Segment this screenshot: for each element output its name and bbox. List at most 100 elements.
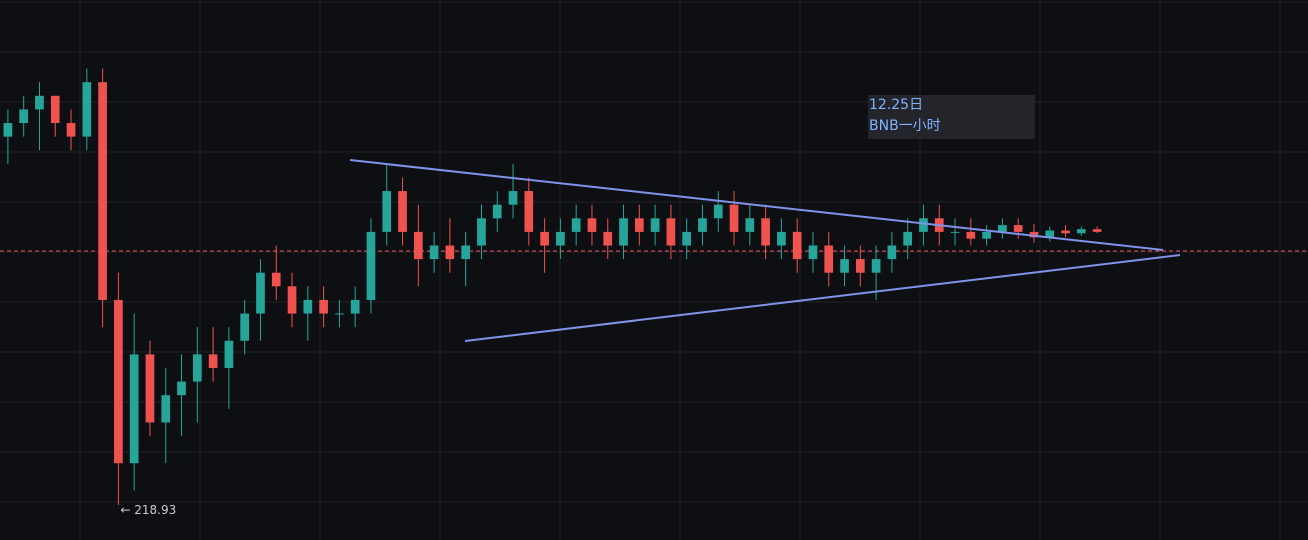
candle-body (824, 245, 834, 273)
candle-body (413, 231, 423, 260)
candle-body (887, 245, 897, 260)
candle (50, 95, 60, 137)
candle (729, 191, 739, 246)
candle (887, 231, 897, 273)
candle-body (745, 218, 755, 232)
annotation-symbol: BNB一小时 (869, 118, 941, 134)
candle-body (666, 218, 676, 246)
candle-body (287, 286, 297, 314)
candle-body (350, 299, 360, 314)
candle (1045, 226, 1055, 242)
candle (824, 231, 834, 287)
candle-body (461, 245, 471, 260)
candle (461, 231, 471, 287)
candle (713, 191, 723, 232)
candle-body (729, 204, 739, 232)
candle-body (382, 191, 392, 232)
candle-body (571, 218, 581, 232)
grid (0, 0, 1308, 540)
candle (998, 218, 1007, 239)
chart-area[interactable] (0, 0, 1308, 540)
candle (224, 327, 234, 409)
candle (82, 68, 92, 151)
candle-body (161, 395, 171, 423)
candle (982, 225, 991, 246)
candle-body (192, 354, 202, 382)
candle-body (477, 218, 486, 246)
candle (808, 231, 818, 273)
candle (508, 163, 518, 219)
candle-body (98, 82, 107, 300)
candle-body (682, 231, 692, 246)
candle-body (66, 123, 76, 137)
candle (556, 218, 565, 260)
candle (903, 218, 913, 260)
candle-body (1061, 230, 1070, 234)
candle (382, 163, 392, 246)
candle (366, 218, 376, 314)
candle (208, 327, 218, 382)
candle (1013, 218, 1023, 239)
candle-body (982, 231, 991, 239)
candle (350, 286, 360, 328)
candle (335, 299, 344, 328)
candle (571, 204, 581, 246)
annotation-box: 12.25日 BNB一小时 (868, 95, 1035, 139)
candle-body (208, 354, 218, 368)
candle-body (713, 204, 723, 219)
candle (698, 204, 707, 246)
candle (271, 245, 281, 300)
candle (129, 313, 139, 491)
candle-body (1092, 229, 1102, 232)
annotation-date: 12.25日 (869, 97, 924, 113)
candle-body (445, 245, 455, 260)
candle (492, 191, 502, 232)
candle (35, 82, 44, 151)
candle-body (19, 109, 29, 124)
candle-body (508, 191, 518, 205)
candle-body (114, 299, 123, 464)
candle (287, 272, 297, 328)
candle-body (1013, 225, 1023, 232)
candle-body (492, 204, 502, 219)
candle-body (82, 82, 92, 137)
candle (650, 204, 660, 246)
candle (398, 177, 407, 246)
candle-body (950, 231, 960, 233)
candle-body (129, 354, 139, 464)
candle (319, 286, 328, 328)
candle (682, 218, 692, 260)
candle-body (35, 95, 44, 110)
candle-body (145, 354, 155, 423)
candle-body (335, 313, 344, 315)
candle-body (792, 231, 802, 260)
candle-body (871, 259, 881, 273)
candle (966, 218, 976, 246)
candle-body (303, 299, 313, 314)
candle (3, 109, 13, 164)
candle-body (587, 218, 597, 232)
candle (303, 286, 313, 341)
candle-body (634, 218, 644, 232)
candle-body (919, 218, 928, 232)
candle (429, 231, 439, 273)
candle-body (256, 272, 265, 314)
candle-body (1076, 229, 1086, 234)
candle (161, 367, 171, 464)
candle (240, 299, 250, 355)
candle-body (240, 313, 250, 341)
candle-body (524, 191, 534, 232)
candle-body (903, 231, 913, 246)
candle (1029, 223, 1039, 243)
candle (587, 204, 597, 246)
candle (256, 259, 265, 341)
candle-body (619, 218, 628, 246)
candle (524, 177, 534, 246)
candle-body (3, 123, 13, 137)
candle (66, 109, 76, 151)
candle-body (177, 381, 186, 396)
candle-body (556, 231, 565, 246)
candle-body (603, 231, 613, 246)
candlestick-chart[interactable] (0, 0, 1308, 540)
low-price-label: ← 218.93 (120, 503, 177, 517)
